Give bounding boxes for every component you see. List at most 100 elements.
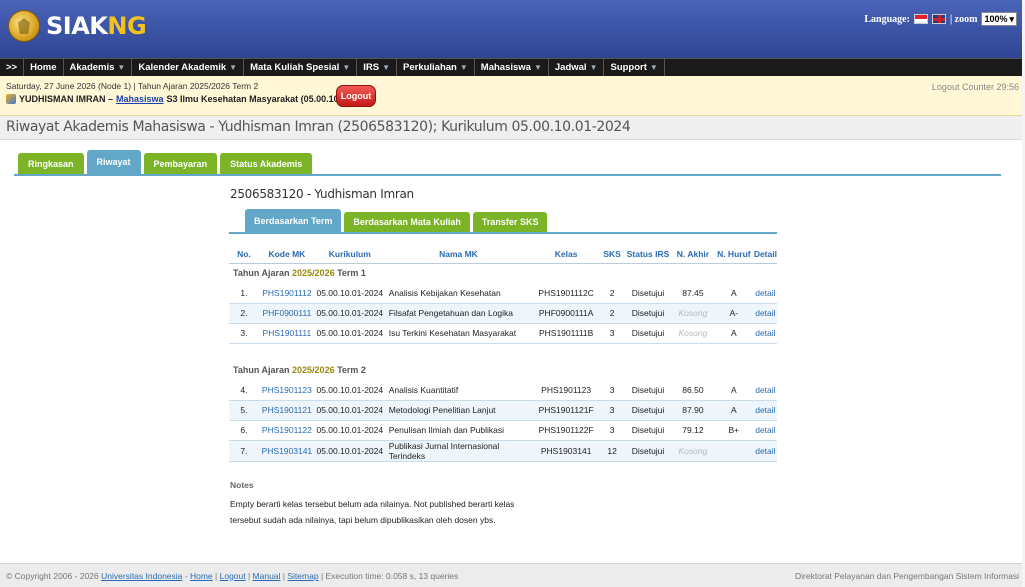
cell-kurikulum: 05.00.10.01-2024 xyxy=(314,283,385,304)
cell-nama: Publikasi Jurnal Internasional Terindeks xyxy=(384,440,533,462)
notes-title: Notes xyxy=(230,480,254,490)
user-role-link[interactable]: Mahasiswa xyxy=(116,94,164,104)
table-row: 7. PHS1903141 05.00.10.01-2024 Publikasi Ju… xyxy=(229,440,777,462)
nav-item-label: Mahasiswa xyxy=(480,62,531,73)
student-heading: 2506583120 - Yudhisman Imran xyxy=(230,187,414,201)
tab-status-akademis[interactable]: Status Akademis xyxy=(220,153,313,174)
cell-nhuruf: A xyxy=(713,380,754,401)
user-info: YUDHISMAN IMRAN – Mahasiswa S3 Ilmu Kese… xyxy=(6,94,1019,104)
nav-item-label: Home xyxy=(30,62,57,73)
nav-item[interactable]: >> xyxy=(0,58,25,77)
language-label: Language: xyxy=(864,13,910,25)
detail-link[interactable]: detail xyxy=(753,283,777,304)
cell-nakhir: Kosong xyxy=(671,323,714,344)
cell-nakhir: Kosong xyxy=(671,440,714,462)
nav-item[interactable]: Akademis ▼ xyxy=(64,58,133,77)
cell-status: Disetujui xyxy=(624,420,672,441)
cell-sks: 3 xyxy=(600,380,625,401)
user-program: S3 Ilmu Kesehatan Masyarakat (05.00.10.0… xyxy=(166,94,355,104)
cell-no: 4. xyxy=(229,380,259,401)
nav-item[interactable]: Support ▼ xyxy=(604,58,665,77)
cell-nama: Penulisan Ilmiah dan Publikasi xyxy=(384,420,533,441)
logo-text-ng: NG xyxy=(107,12,147,40)
university-link[interactable]: Universitas Indonesia xyxy=(101,571,182,581)
course-code-link[interactable]: PHS1901123 xyxy=(258,380,315,401)
nav-item-label: >> xyxy=(6,62,18,73)
course-code-link[interactable]: PHS1903141 xyxy=(258,440,315,462)
course-code-link[interactable]: PHS1901122 xyxy=(258,420,315,441)
tab-riwayat[interactable]: Riwayat xyxy=(86,150,141,174)
column-header: Kode MK xyxy=(258,245,315,264)
chevron-down-icon: ▼ xyxy=(342,63,351,72)
term-prefix: Tahun Ajaran xyxy=(233,268,290,279)
cell-kelas: PHS1903141 xyxy=(532,440,601,462)
cell-no: 2. xyxy=(229,303,259,324)
course-code-link[interactable]: PHS1901112 xyxy=(258,283,315,304)
nav-item-label: Perkuliahan xyxy=(403,62,457,73)
detail-link[interactable]: detail xyxy=(753,420,777,441)
sitemap-link[interactable]: Sitemap xyxy=(287,571,318,581)
tab-pembayaran[interactable]: Pembayaran xyxy=(143,153,218,174)
copyright-text: © Copyright 2006 - 2026 xyxy=(6,570,99,581)
nav-item[interactable]: Kalender Akademik ▼ xyxy=(132,58,245,77)
nav-item[interactable]: Mata Kuliah Spesial ▼ xyxy=(244,58,358,77)
chevron-down-icon: ▼ xyxy=(589,63,598,72)
nav-item[interactable]: Jadwal ▼ xyxy=(549,58,605,77)
cell-nama: Analisis Kuantitatif xyxy=(384,380,533,401)
subtab-transfer-sks[interactable]: Transfer SKS xyxy=(472,212,548,232)
cell-nama: Filsafat Pengetahuan dan Logika xyxy=(384,303,533,324)
cell-sks: 3 xyxy=(600,323,625,344)
detail-link[interactable]: detail xyxy=(753,323,777,344)
column-header: Kurikulum xyxy=(314,245,385,264)
home-link[interactable]: Home xyxy=(190,571,213,581)
chevron-down-icon: ▼ xyxy=(459,63,468,72)
detail-link[interactable]: detail xyxy=(753,440,777,462)
cell-no: 5. xyxy=(229,400,259,421)
column-header: N. Huruf xyxy=(713,245,754,264)
cell-kurikulum: 05.00.10.01-2024 xyxy=(314,420,385,441)
term-group-header: Tahun Ajaran 2025/2026 Term 2 xyxy=(229,360,777,380)
footer-right: Direktorat Pelayanan dan Pengembangan Si… xyxy=(795,570,1019,581)
course-code-link[interactable]: PHF0900111 xyxy=(258,303,315,324)
cell-kelas: PHS1901111B xyxy=(532,323,601,344)
nav-item[interactable]: IRS ▼ xyxy=(357,58,397,77)
flag-indonesia-icon[interactable] xyxy=(913,14,928,24)
term-label: Term 2 xyxy=(337,365,366,375)
course-code-link[interactable]: PHS1901111 xyxy=(258,323,315,344)
column-header: Kelas xyxy=(532,245,601,264)
cell-nakhir: 87.90 xyxy=(671,400,714,421)
logout-link[interactable]: Logout xyxy=(220,571,246,581)
tab-ringkasan[interactable]: Ringkasan xyxy=(18,153,84,174)
subtab-berdasarkan-term[interactable]: Berdasarkan Term xyxy=(245,209,342,232)
nav-item[interactable]: Home xyxy=(24,58,64,77)
nav-item[interactable]: Mahasiswa ▼ xyxy=(475,58,549,77)
nav-item-label: Jadwal xyxy=(554,62,587,73)
chevron-down-icon: ▼ xyxy=(649,63,658,72)
siakng-logo[interactable]: SIAKNG xyxy=(8,10,147,42)
execution-time: | Execution time: 0.058 s, 13 queries xyxy=(320,570,459,581)
subtab-berdasarkan-mata-kuliah[interactable]: Berdasarkan Mata Kuliah xyxy=(344,212,470,232)
course-code-link[interactable]: PHS1901121 xyxy=(258,400,315,421)
cell-kelas: PHS1901123 xyxy=(532,380,601,401)
column-header: Nama MK xyxy=(384,245,533,264)
cell-no: 7. xyxy=(229,440,259,462)
logout-button[interactable]: Logout xyxy=(336,85,376,107)
detail-link[interactable]: detail xyxy=(753,380,777,401)
cell-kelas: PHF0900111A xyxy=(532,303,601,324)
history-subtabs: Berdasarkan Term Berdasarkan Mata Kuliah T… xyxy=(245,209,548,232)
cell-status: Disetujui xyxy=(624,303,672,324)
cell-no: 6. xyxy=(229,420,259,441)
cell-sks: 12 xyxy=(600,440,625,462)
detail-link[interactable]: detail xyxy=(753,303,777,324)
column-header: Status IRS xyxy=(624,245,672,264)
nav-item[interactable]: Perkuliahan ▼ xyxy=(397,58,475,77)
chevron-down-icon: ▼ xyxy=(229,63,238,72)
table-row: 2. PHF0900111 05.00.10.01-2024 Filsafat Pen… xyxy=(229,303,777,324)
column-header: Detail xyxy=(753,245,777,264)
flag-uk-icon[interactable] xyxy=(931,14,946,24)
cell-status: Disetujui xyxy=(624,400,672,421)
manual-link[interactable]: Manual xyxy=(253,571,281,581)
zoom-select[interactable]: 100% ▾ xyxy=(981,12,1017,26)
cell-nama: Isu Terkini Kesehatan Masyarakat xyxy=(384,323,533,344)
detail-link[interactable]: detail xyxy=(753,400,777,421)
